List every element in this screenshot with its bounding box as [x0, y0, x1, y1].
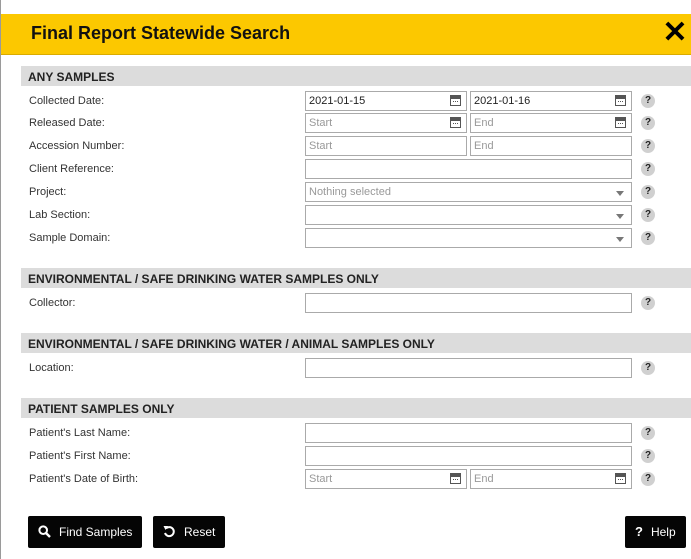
help-button[interactable]: ? Help [625, 516, 686, 548]
dialog-title: Final Report Statewide Search [31, 23, 291, 43]
sample-domain-label: Sample Domain: [29, 232, 111, 244]
collected-date-end-value: 2021-01-16 [474, 95, 531, 107]
question-icon: ? [635, 524, 643, 539]
collected-date-end[interactable]: 2021-01-16 [470, 91, 632, 111]
calendar-icon[interactable] [450, 473, 461, 484]
section-environmental-animal: ENVIRONMENTAL / SAFE DRINKING WATER / AN… [21, 333, 691, 353]
help-icon[interactable]: ? [641, 162, 655, 176]
patient-first-name-label: Patient's First Name: [29, 450, 131, 462]
search-icon [38, 516, 51, 548]
title-bar: Final Report Statewide Search ✕ [1, 14, 691, 55]
calendar-icon[interactable] [450, 117, 461, 128]
sample-domain-select[interactable] [305, 228, 632, 248]
released-date-end[interactable]: End [470, 113, 632, 133]
help-icon[interactable]: ? [641, 185, 655, 199]
calendar-icon[interactable] [615, 117, 626, 128]
patient-first-name-input[interactable] [305, 446, 632, 466]
calendar-icon[interactable] [450, 95, 461, 106]
help-icon[interactable]: ? [641, 208, 655, 222]
calendar-icon[interactable] [615, 95, 626, 106]
collected-date-label: Collected Date: [29, 95, 105, 107]
lab-section-select[interactable] [305, 205, 632, 225]
find-samples-label: Find Samples [59, 525, 133, 539]
patient-dob-label: Patient's Date of Birth: [29, 473, 139, 485]
help-icon[interactable]: ? [641, 94, 655, 108]
patient-dob-end-placeholder: End [474, 473, 494, 485]
patient-dob-start-placeholder: Start [309, 473, 333, 485]
project-label: Project: [29, 186, 67, 198]
section-any-samples: ANY SAMPLES [21, 66, 691, 86]
collector-input[interactable] [305, 293, 632, 313]
reset-label: Reset [184, 525, 216, 539]
help-icon[interactable]: ? [641, 361, 655, 375]
patient-dob-start[interactable]: Start [305, 469, 467, 489]
help-icon[interactable]: ? [641, 139, 655, 153]
collected-date-start[interactable]: 2021-01-15 [305, 91, 467, 111]
find-samples-button[interactable]: Find Samples [28, 516, 143, 548]
chevron-down-icon [616, 237, 624, 242]
accession-start-placeholder: Start [309, 140, 333, 152]
chevron-down-icon [616, 191, 624, 196]
client-reference-label: Client Reference: [29, 163, 114, 175]
released-date-label: Released Date: [29, 117, 105, 129]
collector-label: Collector: [29, 297, 76, 309]
accession-end-placeholder: End [474, 140, 494, 152]
accession-number-start[interactable]: Start [305, 136, 467, 156]
released-date-end-placeholder: End [474, 117, 494, 129]
patient-last-name-input[interactable] [305, 423, 632, 443]
accession-number-end[interactable]: End [470, 136, 632, 156]
reset-icon [163, 516, 176, 548]
client-reference-input[interactable] [305, 159, 632, 179]
section-patient: PATIENT SAMPLES ONLY [21, 398, 691, 418]
help-icon[interactable]: ? [641, 296, 655, 310]
help-icon[interactable]: ? [641, 116, 655, 130]
help-label: Help [650, 525, 676, 539]
help-icon[interactable]: ? [641, 231, 655, 245]
search-dialog: Final Report Statewide Search ✕ ANY SAMP… [0, 0, 691, 559]
calendar-icon[interactable] [615, 473, 626, 484]
project-selected-value: Nothing selected [309, 186, 391, 198]
patient-dob-end[interactable]: End [470, 469, 632, 489]
help-icon[interactable]: ? [641, 426, 655, 440]
patient-last-name-label: Patient's Last Name: [29, 427, 131, 439]
released-date-start[interactable]: Start [305, 113, 467, 133]
lab-section-label: Lab Section: [29, 209, 91, 221]
released-date-start-placeholder: Start [309, 117, 333, 129]
location-input[interactable] [305, 358, 632, 378]
reset-button[interactable]: Reset [153, 516, 226, 548]
help-icon[interactable]: ? [641, 449, 655, 463]
section-environmental: ENVIRONMENTAL / SAFE DRINKING WATER SAMP… [21, 268, 691, 288]
collected-date-start-value: 2021-01-15 [309, 95, 366, 107]
accession-number-label: Accession Number: [29, 140, 125, 152]
project-select[interactable]: Nothing selected [305, 182, 632, 202]
help-icon[interactable]: ? [641, 472, 655, 486]
location-label: Location: [29, 362, 74, 374]
chevron-down-icon [616, 214, 624, 219]
close-icon[interactable]: ✕ [662, 17, 688, 49]
